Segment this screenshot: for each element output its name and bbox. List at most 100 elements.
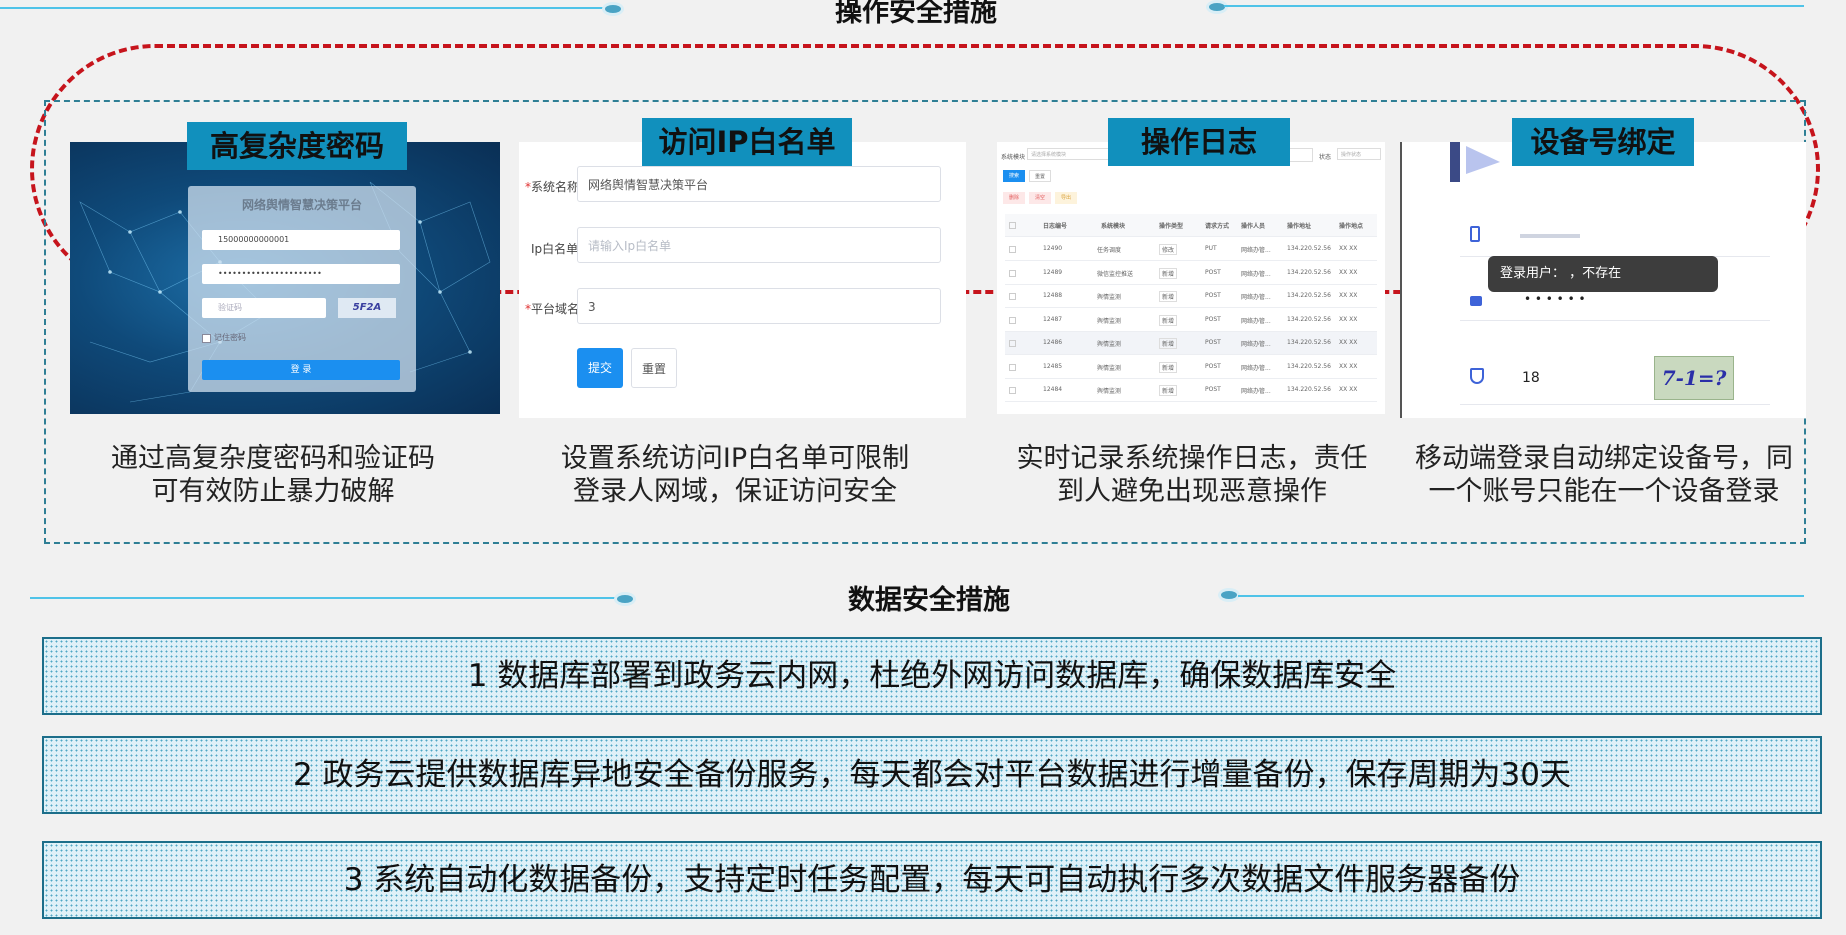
log-cell-id: 12489 (1043, 268, 1063, 276)
device-underline-3 (1460, 404, 1770, 405)
lock-icon (1470, 296, 1482, 306)
card-caption-log-2: 到人避免出现恶意操作 (1057, 476, 1327, 507)
table-row[interactable]: 12489 微信监控推送 新增 POST 网络办管... 134.220.52.56 XX … (1005, 262, 1377, 285)
login-card: 网络舆情智慧决策平台 15000000000001 ••••••••••••••… (188, 186, 416, 392)
remember-checkbox[interactable] (202, 334, 211, 343)
password-mask[interactable]: • • • • • • (1524, 292, 1586, 306)
log-cell-module: 舆情监测 (1097, 388, 1122, 395)
row-checkbox[interactable] (1009, 387, 1016, 394)
whitelist-form-screenshot: *系统名称 网络舆情智慧决策平台 Ip白名单 请输入Ip白名单 *平台域名 3 … (519, 142, 966, 418)
log-header-checkbox[interactable] (1009, 222, 1016, 229)
log-header-location: 操作地点 (1339, 223, 1364, 230)
row-checkbox[interactable] (1009, 269, 1016, 277)
log-cell-module: 微信监控推送 (1097, 270, 1134, 278)
device-binding-screenshot: 登录用户： ，不存在 • • • • • • 18 7-1=? (1400, 142, 1806, 418)
table-row[interactable]: 12485 舆情监测 新增 POST 网络办管... 134.220.52.56 XX XX (1005, 356, 1377, 379)
log-cell-location: XX XX (1339, 315, 1358, 323)
shield-icon (1470, 368, 1484, 384)
log-cell-method: PUT (1205, 245, 1217, 252)
log-cell-ip: 134.220.52.56 (1287, 268, 1331, 276)
system-name-input[interactable]: 网络舆情智慧决策平台 (577, 166, 941, 202)
ip-whitelist-input[interactable]: 请输入Ip白名单 (577, 227, 941, 263)
log-table-header: 日志编号 系统模块 操作类型 请求方式 操作人员 操作地址 操作地点 (1005, 214, 1377, 237)
log-status-filter[interactable]: 操作状态 (1337, 148, 1381, 160)
card-caption-password-2: 可有效防止暴力破解 (151, 476, 395, 507)
log-cell-location: XX XX (1339, 268, 1358, 276)
login-screenshot: 网络舆情智慧决策平台 15000000000001 ••••••••••••••… (70, 142, 500, 414)
card-caption-ip-2: 登录人网域，保证访问安全 (573, 476, 897, 507)
log-cell-id: 12486 (1043, 339, 1063, 346)
row-checkbox[interactable] (1009, 363, 1016, 371)
operation-log-screenshot: 系统模块 请选择系统模块 状态 操作状态 搜索 重置 删除 清空 导出 日志编号… (997, 142, 1385, 414)
table-row[interactable]: 12490 任务调度 修改 PUT 网络办管... 134.220.52.56 XX XX (1005, 238, 1377, 261)
captcha-field[interactable]: 验证码 (202, 298, 326, 318)
data-measure-item: 1 数据库部署到政务云内网，杜绝外网访问数据库，确保数据库安全 (42, 637, 1822, 715)
log-reset-button[interactable]: 重置 (1029, 170, 1051, 182)
row-checkbox[interactable] (1009, 293, 1016, 300)
data-measure-item: 3 系统自动化数据备份，支持定时任务配置，每天可自动执行多次数据文件服务器备份 (42, 841, 1822, 919)
log-cell-module: 任务调度 (1097, 247, 1122, 254)
log-cell-id: 12488 (1043, 292, 1063, 299)
form-label-system-name: *系统名称 (525, 180, 580, 194)
log-cell-module: 舆情监测 (1097, 294, 1122, 301)
form-label-ip-whitelist: Ip白名单 (531, 242, 579, 256)
log-clear-button[interactable]: 清空 (1029, 192, 1051, 204)
log-cell-id: 12487 (1043, 315, 1063, 323)
phone-icon (1470, 226, 1480, 242)
data-section-title: 数据安全措施 (848, 585, 1010, 616)
log-cell-operator: 网络办管... (1241, 294, 1271, 301)
log-filter-select[interactable]: 请选择系统模块 (1027, 148, 1111, 160)
card-label-operation-log: 操作日志 (1108, 118, 1290, 166)
data-measure-text: 3 系统自动化数据备份，支持定时任务配置，每天可自动执行多次数据文件服务器备份 (343, 862, 1521, 898)
error-toast: 登录用户： ，不存在 (1488, 256, 1718, 292)
password-field[interactable]: •••••••••••••••••••••• (202, 264, 400, 284)
domain-input[interactable]: 3 (577, 288, 941, 324)
log-cell-method: POST (1205, 292, 1221, 299)
data-measure-item: 2 政务云提供数据库异地安全备份服务，每天都会对平台数据进行增量备份，保存周期为… (42, 736, 1822, 814)
login-button[interactable]: 登 录 (202, 360, 400, 380)
captcha-image[interactable]: 5F2A (338, 298, 396, 318)
code-input-value[interactable]: 18 (1522, 370, 1540, 386)
log-cell-operator: 网络办管... (1241, 270, 1271, 278)
log-cell-operator: 网络办管... (1241, 388, 1271, 395)
log-cell-location: XX XX (1339, 339, 1358, 346)
log-status-label: 状态 (1319, 154, 1332, 161)
operation-section-title: 操作安全措施 (835, 0, 997, 28)
log-cell-type: 新增 (1159, 361, 1178, 373)
submit-button[interactable]: 提交 (577, 348, 623, 388)
row-checkbox[interactable] (1009, 246, 1016, 253)
log-search-button[interactable]: 搜索 (1003, 170, 1025, 182)
device-panel-border (1400, 142, 1402, 418)
log-cell-module: 舆情监测 (1097, 317, 1122, 325)
device-underline-2 (1460, 320, 1770, 321)
log-cell-module: 舆情监测 (1097, 364, 1122, 372)
card-label-password: 高复杂度密码 (187, 122, 407, 170)
log-cell-type: 新增 (1159, 385, 1178, 396)
card-caption-device-2: 一个账号只能在一个设备登录 (1428, 476, 1780, 507)
log-cell-operator: 网络办管... (1241, 341, 1271, 348)
remember-label: 记住密码 (214, 333, 246, 342)
card-caption-log-1: 实时记录系统操作日志，责任 (1016, 443, 1368, 474)
row-checkbox[interactable] (1009, 340, 1016, 347)
log-cell-method: POST (1205, 315, 1221, 323)
log-export-button[interactable]: 导出 (1055, 192, 1077, 204)
log-cell-ip: 134.220.52.56 (1287, 386, 1331, 393)
log-cell-module: 舆情监测 (1097, 341, 1122, 348)
username-value (1520, 234, 1580, 238)
reset-button[interactable]: 重置 (631, 348, 677, 388)
table-row[interactable]: 12486 舆情监测 新增 POST 网络办管... 134.220.52.56 XX XX (1005, 332, 1377, 355)
username-field[interactable]: 15000000000001 (202, 230, 400, 250)
card-caption-password-1: 通过高复杂度密码和验证码 (111, 443, 435, 474)
table-row[interactable]: 12484 舆情监测 新增 POST 网络办管... 134.220.52.56 XX XX (1005, 379, 1377, 402)
table-row[interactable]: 12487 舆情监测 新增 POST 网络办管... 134.220.52.56 XX XX (1005, 309, 1377, 332)
log-cell-method: POST (1205, 268, 1221, 276)
mid-right-dot (1218, 588, 1240, 602)
table-row[interactable]: 12488 舆情监测 新增 POST 网络办管... 134.220.52.56 XX XX (1005, 285, 1377, 308)
log-delete-button[interactable]: 删除 (1003, 192, 1025, 204)
log-cell-type: 修改 (1159, 244, 1178, 255)
log-header-type: 操作类型 (1159, 223, 1184, 230)
device-captcha-image[interactable]: 7-1=? (1654, 356, 1734, 400)
log-cell-location: XX XX (1339, 386, 1358, 393)
log-cell-type: 新增 (1159, 267, 1178, 279)
row-checkbox[interactable] (1009, 316, 1016, 324)
